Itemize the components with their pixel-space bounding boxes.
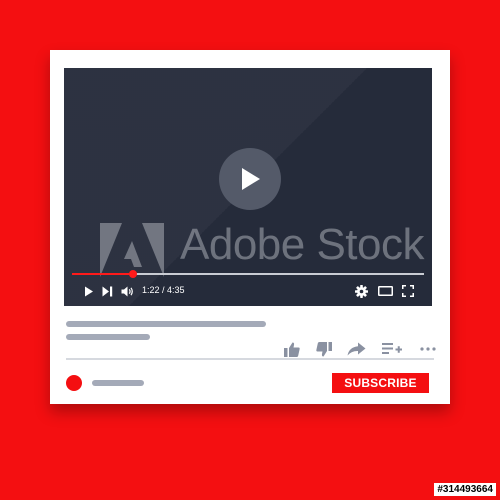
theater-mode-icon	[377, 286, 393, 296]
settings-button[interactable]	[354, 282, 368, 300]
like-button[interactable]	[284, 340, 300, 358]
share-icon	[347, 342, 366, 356]
elapsed-time: 1:22	[142, 285, 160, 295]
adobe-stock-watermark: Adobe Stock	[100, 220, 425, 280]
video-title-placeholder	[66, 321, 266, 327]
stock-id-label: #314493664	[434, 483, 496, 496]
more-options-icon	[420, 347, 436, 351]
subscribe-button[interactable]: SUBSCRIBE	[332, 373, 429, 393]
skip-next-icon	[102, 286, 112, 296]
thumbs-up-icon	[284, 342, 300, 357]
fullscreen-button[interactable]	[400, 282, 416, 300]
channel-avatar[interactable]	[66, 375, 82, 391]
progress-fill	[72, 273, 134, 275]
play-icon	[242, 168, 260, 190]
add-to-playlist-button[interactable]	[382, 340, 402, 358]
volume-button[interactable]	[120, 282, 134, 300]
thumbs-down-icon	[316, 341, 332, 356]
channel-name-placeholder[interactable]	[92, 380, 144, 386]
gear-icon	[354, 284, 368, 298]
dislike-button[interactable]	[316, 340, 332, 358]
time-separator: /	[159, 285, 168, 295]
progress-bar[interactable]	[72, 270, 424, 278]
fullscreen-icon	[402, 285, 414, 297]
watermark-text: Adobe Stock	[180, 220, 425, 269]
theater-mode-button[interactable]	[376, 282, 394, 300]
adobe-logo-icon	[100, 223, 164, 277]
share-button[interactable]	[347, 340, 366, 358]
video-meta-placeholder	[66, 334, 150, 340]
player-controls: 1:22 / 4:35	[64, 282, 432, 300]
video-player[interactable]: Adobe Stock 1:22 / 4:35	[64, 68, 432, 306]
time-display: 1:22 / 4:35	[142, 285, 185, 295]
video-card: Adobe Stock 1:22 / 4:35 SUBSCRIBE	[50, 50, 450, 404]
big-play-button[interactable]	[219, 148, 281, 210]
add-to-playlist-icon	[382, 343, 402, 354]
divider	[66, 358, 434, 360]
action-bar	[280, 340, 440, 358]
more-options-button[interactable]	[420, 340, 436, 358]
play-button[interactable]	[82, 282, 96, 300]
next-button[interactable]	[100, 282, 114, 300]
volume-icon	[121, 286, 133, 296]
total-duration: 4:35	[167, 285, 185, 295]
play-icon	[85, 286, 93, 296]
